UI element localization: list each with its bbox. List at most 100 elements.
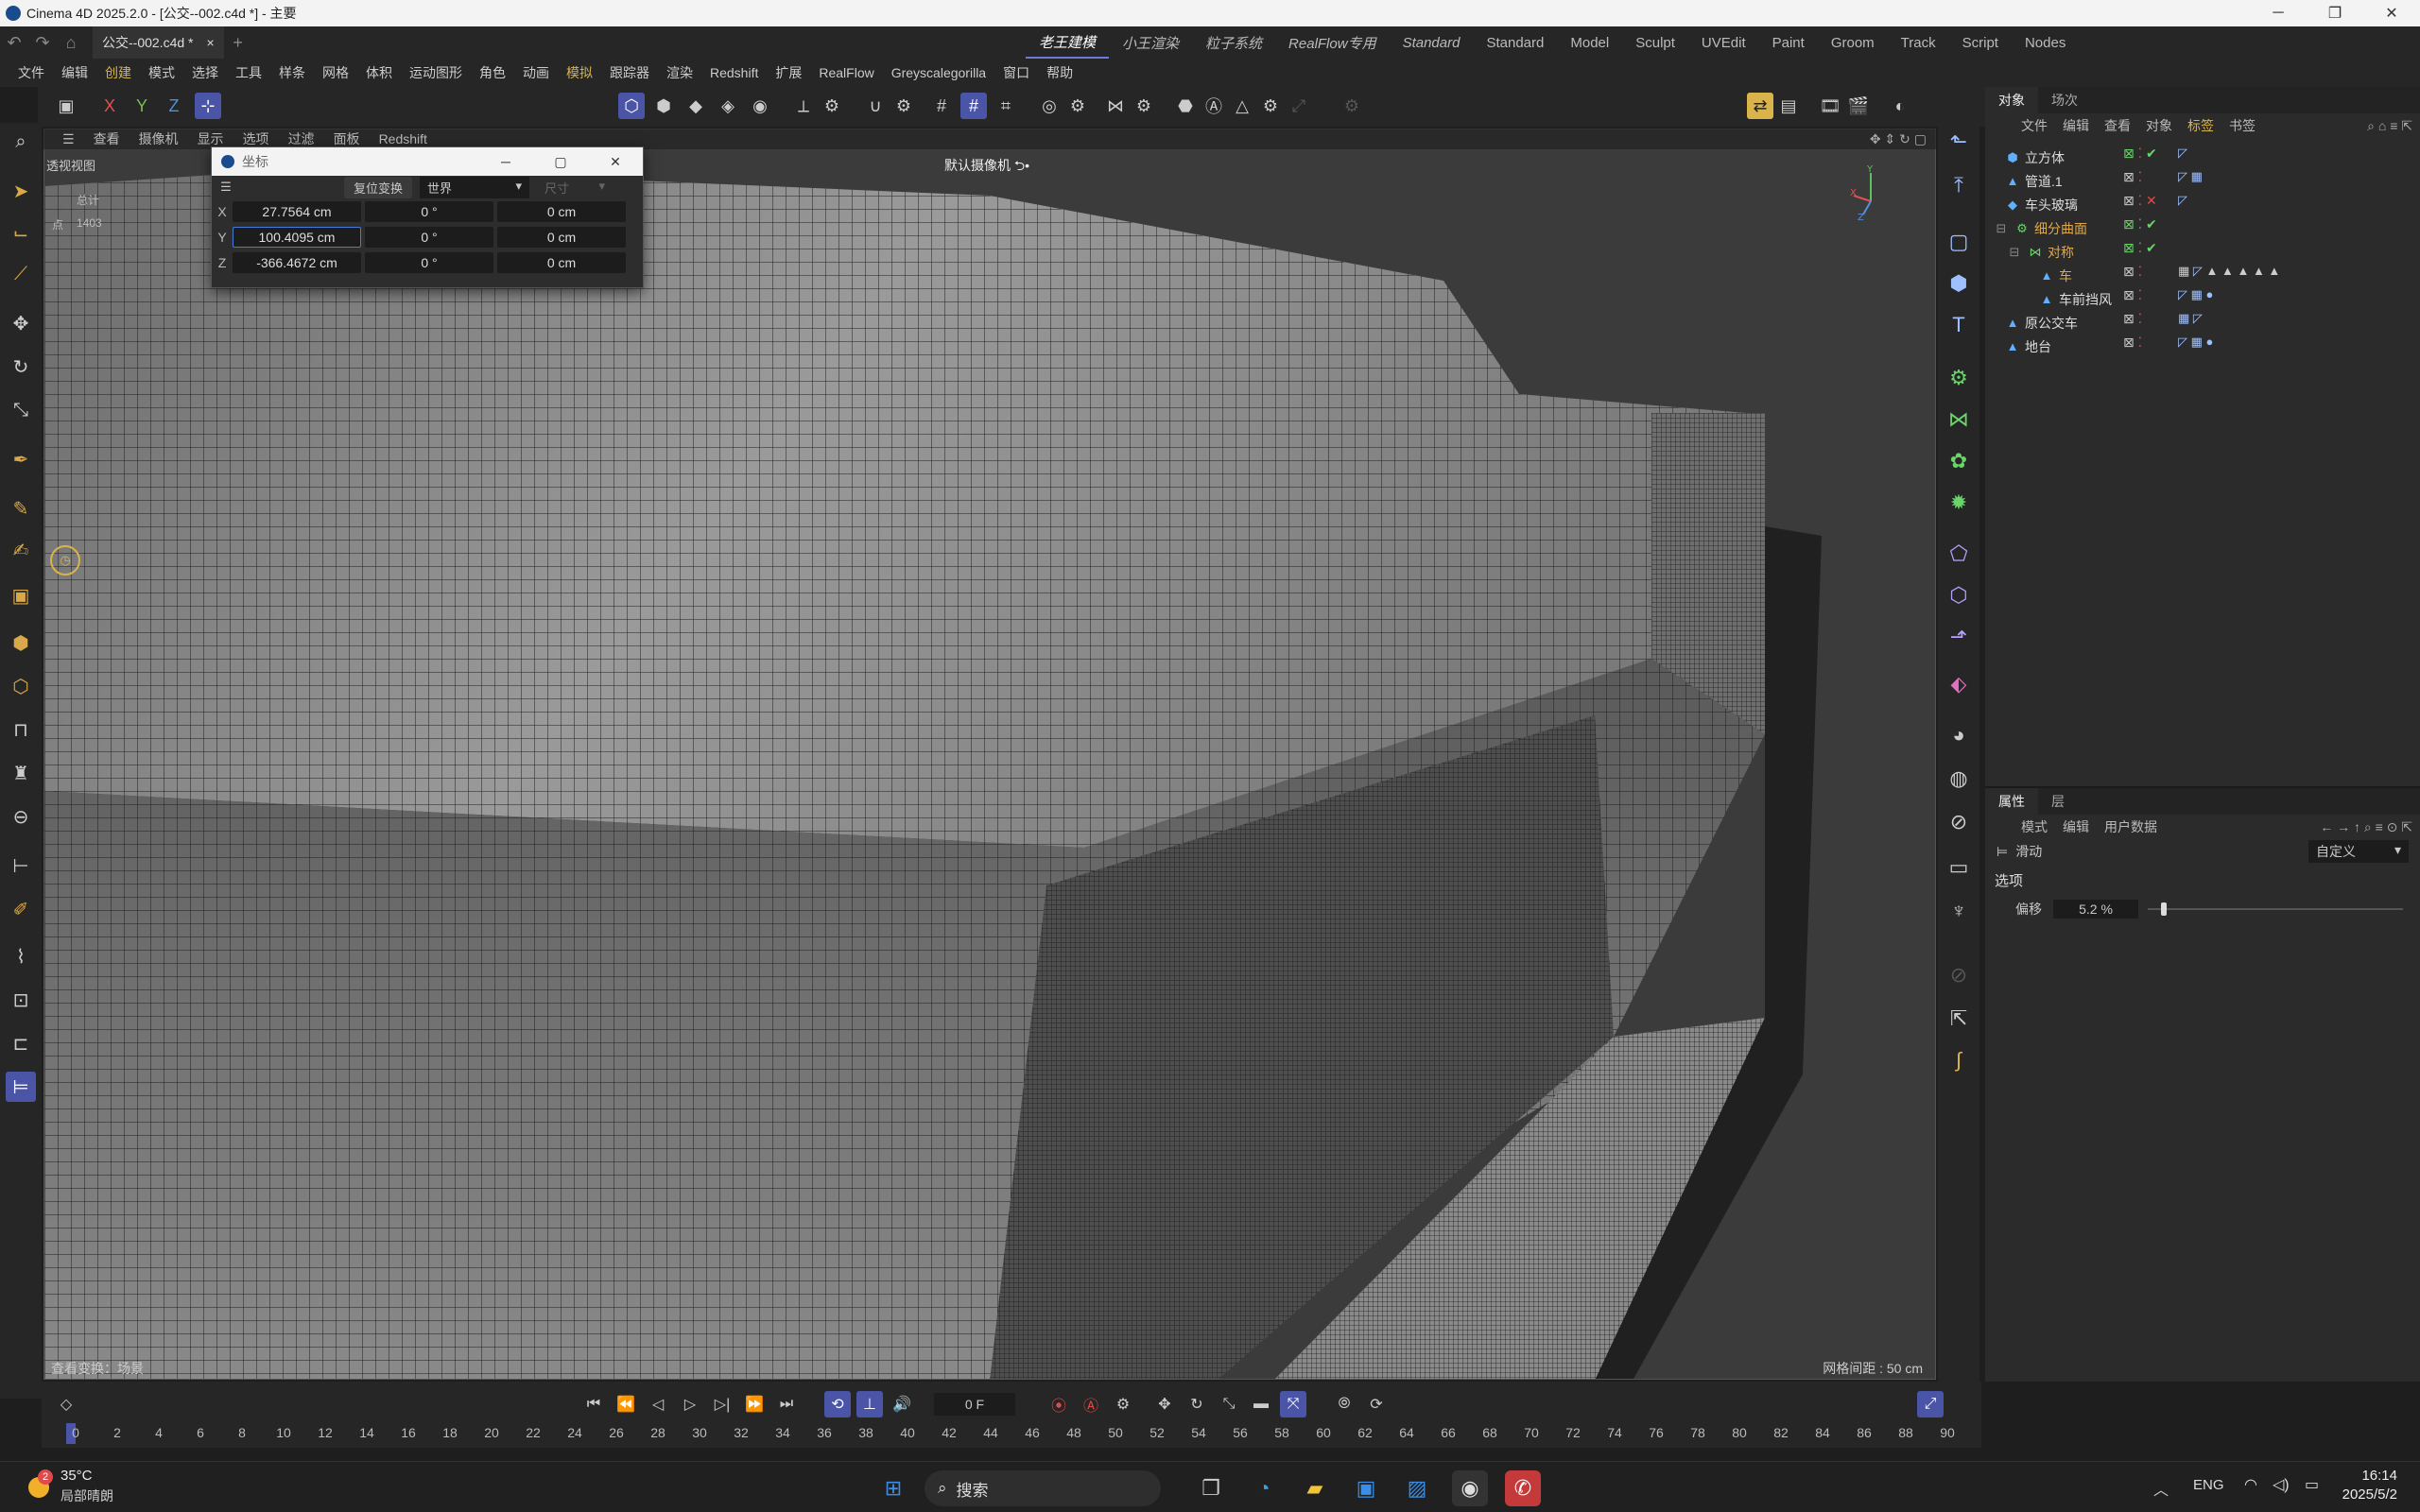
menu-item[interactable]: 样条 <box>270 63 314 82</box>
object-row[interactable]: ◆ 车头玻璃 <box>2004 193 2078 216</box>
sky-icon[interactable]: ◍ <box>1944 764 1974 794</box>
go-to-end-icon[interactable]: ⏭ <box>773 1391 800 1418</box>
texture-mode-icon[interactable]: ◉ <box>747 93 773 119</box>
sketch-tool-icon[interactable]: ✎ <box>6 493 36 524</box>
visibility-dots[interactable]: ⊠ ⁚ <box>2123 169 2170 193</box>
attr-nav-icons[interactable]: ← → ↑ ⌕ ≡ ⊙ ⇱ <box>2312 819 2420 835</box>
snap-icon[interactable]: # <box>928 93 955 119</box>
cube-icon[interactable]: ⬢ <box>1944 268 1974 299</box>
cinema4d-taskbar-icon[interactable]: ◉ <box>1452 1470 1488 1506</box>
menu-item[interactable]: 动画 <box>514 63 558 82</box>
bridge-icon[interactable]: ⊓ <box>6 714 36 745</box>
rotation-p-field[interactable]: 0 ° <box>365 226 493 248</box>
viewport-nav-icons[interactable]: ✥ ⇕ ↻ ▢ <box>1860 131 1936 147</box>
uv-mode-icon[interactable]: ◈ <box>715 93 741 119</box>
close-button[interactable]: ✕ <box>2363 0 2420 26</box>
layout-tab[interactable]: 粒子系统 <box>1192 26 1275 59</box>
phong-tag-icon[interactable]: ◸ <box>2178 146 2367 169</box>
viewport-menu-item[interactable]: 选项 <box>233 129 279 148</box>
menu-item[interactable]: 跟踪器 <box>601 63 658 82</box>
objmgr-tool-icons[interactable]: ⌕ ⌂ ≡ ⇱ <box>2360 118 2420 134</box>
tab-attributes[interactable]: 属性 <box>1985 788 2038 815</box>
move-tool-icon[interactable]: ✥ <box>6 308 36 338</box>
magnet-settings-icon[interactable]: ⚙ <box>890 93 917 119</box>
extrude-inner-icon[interactable]: ⬡ <box>6 671 36 701</box>
menu-item[interactable]: Greyscalegorilla <box>883 65 994 80</box>
battery-icon[interactable]: ▭ <box>2305 1475 2319 1494</box>
task-view-icon[interactable]: ❐ <box>1193 1470 1229 1506</box>
layout-tab[interactable]: Standard <box>1390 26 1474 59</box>
axis-y-toggle[interactable]: Y <box>129 93 155 119</box>
visibility-dots[interactable]: ⊠ ⁚ <box>2123 287 2170 311</box>
object-row[interactable]: ▲ 车前挡风 <box>2038 287 2112 311</box>
layout-tab[interactable]: 老王建模 <box>1026 26 1110 59</box>
phong-tag-icon[interactable]: ◸ <box>2178 193 2367 216</box>
edges-mode-icon[interactable]: ⬢ <box>650 93 677 119</box>
clock-time[interactable]: 16:14 <box>2341 1468 2397 1484</box>
floor-icon[interactable]: ◕ <box>1944 720 1974 750</box>
deformer-icon[interactable]: ⬠ <box>1944 539 1974 569</box>
brush-icon[interactable]: ⌇ <box>6 941 36 971</box>
key-point-level-icon[interactable]: ⤧ <box>1280 1391 1306 1418</box>
render-settings-icon[interactable]: ◐ <box>1887 93 1913 119</box>
minimize-button[interactable]: ─ <box>2250 0 2307 26</box>
tab-takes[interactable]: 场次 <box>2038 91 2091 110</box>
start-button-icon[interactable]: ⊞ <box>875 1470 911 1506</box>
viewport-menu-item[interactable]: Redshift <box>370 131 437 146</box>
autokey-icon[interactable]: Ⓐ <box>1078 1391 1104 1418</box>
menu-item[interactable]: 创建 <box>96 63 140 82</box>
layout-tab[interactable]: Track <box>1888 26 1949 59</box>
scale-tool-icon[interactable]: ⤡ <box>6 395 36 425</box>
axis-settings-icon[interactable]: ⚙ <box>819 93 845 119</box>
camera-target-icon[interactable]: ⤒ <box>1944 170 1974 200</box>
redo-icon[interactable]: ↷ <box>28 33 57 53</box>
add-tab-button[interactable]: + <box>224 33 252 53</box>
document-tab[interactable]: 公交--002.c4d * × <box>93 26 224 59</box>
symmetry-generator-icon[interactable]: ⋈ <box>1944 404 1974 435</box>
material-tags[interactable]: ▦ ◸ ▲ ▲ ▲ ▲ ▲ <box>2178 264 2367 287</box>
offset-field[interactable]: 5.2 % <box>2053 900 2138 919</box>
sound-icon[interactable]: 🔊 <box>889 1391 915 1418</box>
visibility-dots[interactable]: ⊠ ⁚ ✔ <box>2123 240 2170 264</box>
naming-icon[interactable]: △ <box>1229 93 1255 119</box>
photos-icon[interactable]: ▨ <box>1399 1470 1435 1506</box>
timeline-ruler[interactable]: 0 2 4 6 8 10 12 14 16 18 20 22 24 26 28 30 32 34 36 38 40 42 4… <box>66 1423 1976 1448</box>
objmgr-menu-item[interactable]: 书签 <box>2221 116 2263 135</box>
visibility-dots[interactable]: ⊠ ⁚ ✕ <box>2123 193 2170 216</box>
go-to-start-icon[interactable]: ⏮ <box>580 1391 607 1418</box>
axis-z-toggle[interactable]: Z <box>161 93 187 119</box>
offset-slider[interactable] <box>2148 902 2403 916</box>
null-object-icon[interactable]: ⬑ <box>1944 127 1974 157</box>
text-icon[interactable]: T <box>1944 310 1974 340</box>
camera-icon[interactable]: ▭ <box>1944 852 1974 883</box>
menu-item[interactable]: 渲染 <box>658 63 701 82</box>
previous-key-icon[interactable]: ⏪ <box>613 1391 639 1418</box>
grid-snap-icon[interactable]: # <box>960 93 987 119</box>
rect-select-icon[interactable]: ⟋ <box>6 259 36 289</box>
spline-rectangle-icon[interactable]: ▢ <box>1944 227 1974 257</box>
loop-cut-icon[interactable]: ⊖ <box>6 801 36 832</box>
menu-item[interactable]: 扩展 <box>767 63 810 82</box>
key-position-icon[interactable]: ✥ <box>1151 1391 1178 1418</box>
bevel-icon[interactable]: ♜ <box>6 758 36 788</box>
symmetry-settings-icon[interactable]: ⚙ <box>1131 93 1157 119</box>
next-frame-icon[interactable]: ▷| <box>709 1391 735 1418</box>
volume-icon[interactable]: ◁) <box>2273 1475 2290 1494</box>
layout-tab[interactable]: RealFlow专用 <box>1275 26 1390 59</box>
objmgr-menu-item[interactable]: 标签 <box>2180 116 2221 135</box>
objmgr-menu-item[interactable]: 对象 <box>2138 116 2180 135</box>
play-icon[interactable]: ▷ <box>677 1391 703 1418</box>
coord-minimize-button[interactable]: ─ <box>478 154 533 170</box>
points-mode-icon[interactable]: ⬡ <box>618 93 645 119</box>
object-row[interactable]: ▲ 地台 <box>2004 335 2051 358</box>
soft-selection-icon[interactable]: ◎ <box>1036 93 1063 119</box>
axis-mode-icon[interactable]: ⟂ <box>790 93 817 119</box>
tab-objects[interactable]: 对象 <box>1985 87 2038 113</box>
rotate-tool-icon[interactable]: ↻ <box>6 352 36 382</box>
ffd-icon[interactable]: ⬡ <box>1944 580 1974 610</box>
light-icon[interactable]: ♆ <box>1944 896 1974 926</box>
network-icon[interactable]: ◠ <box>2244 1475 2257 1494</box>
locked-workplane-icon[interactable]: Ⓐ <box>1201 93 1227 119</box>
position-z-field[interactable]: -366.4672 cm <box>233 251 361 273</box>
attr-menu-item[interactable]: 编辑 <box>2055 817 2097 836</box>
